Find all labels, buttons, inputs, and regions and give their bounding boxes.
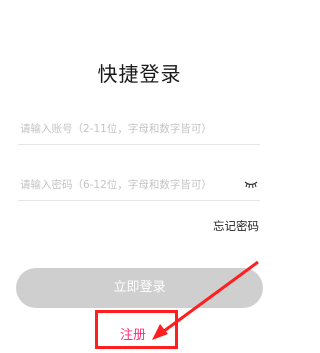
password-field[interactable] <box>18 170 260 201</box>
login-button[interactable]: 立即登录 <box>16 268 263 308</box>
password-input[interactable] <box>20 174 240 196</box>
forgot-password-link[interactable]: 忘记密码 <box>213 218 259 234</box>
account-field[interactable] <box>18 114 260 145</box>
page-title: 快捷登录 <box>97 62 182 86</box>
register-link[interactable]: 注册 <box>120 324 146 343</box>
eye-closed-icon[interactable] <box>244 179 258 189</box>
login-page: 快捷登录 忘记密码 立即登录 注册 <box>0 0 279 353</box>
account-input[interactable] <box>20 118 240 140</box>
